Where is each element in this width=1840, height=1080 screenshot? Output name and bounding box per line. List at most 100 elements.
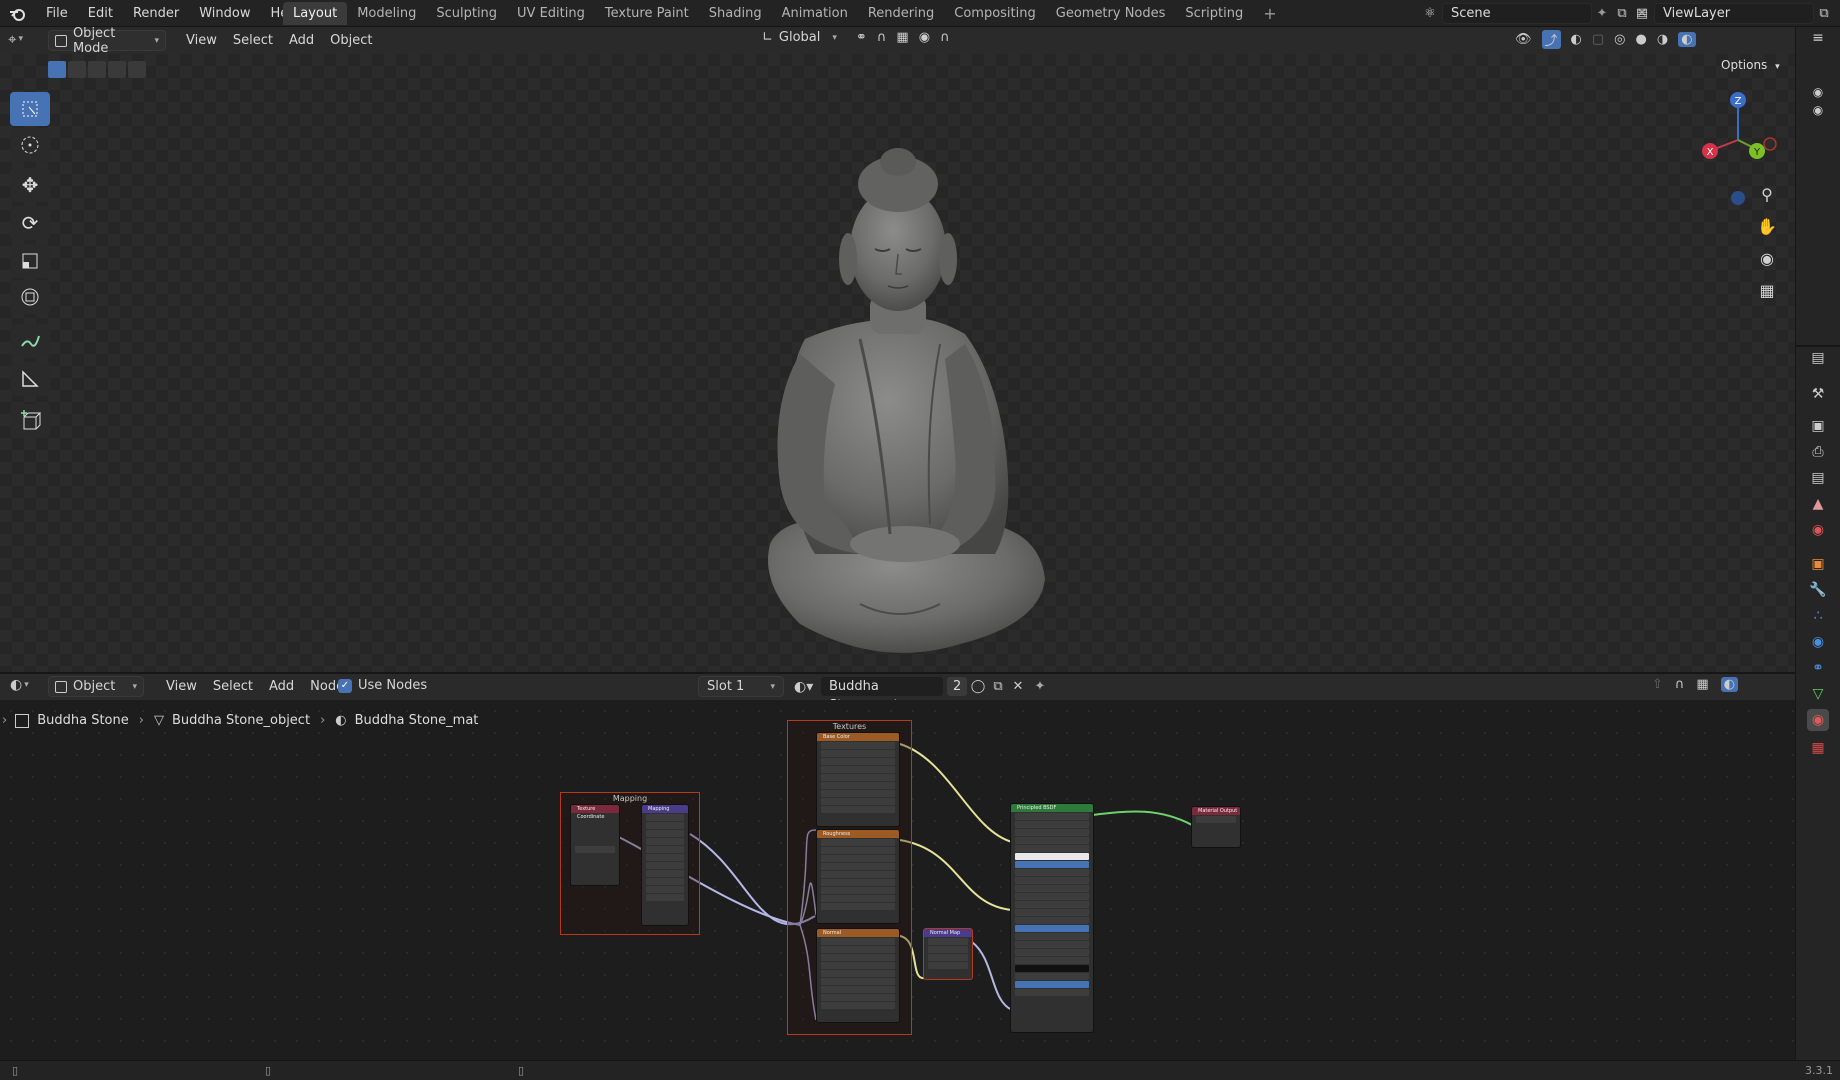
node-field[interactable] bbox=[821, 895, 895, 902]
zoom-button[interactable]: ⚲ bbox=[1753, 180, 1781, 208]
slot-dropdown[interactable]: Slot 1 ▾ bbox=[698, 676, 784, 697]
material-shading-icon[interactable]: ◑ bbox=[1657, 32, 1668, 47]
node-field[interactable] bbox=[646, 814, 684, 821]
node-field[interactable] bbox=[1015, 821, 1089, 828]
principled-bsdf-node[interactable]: Principled BSDF bbox=[1010, 803, 1094, 1033]
node-field[interactable] bbox=[1015, 925, 1089, 932]
wireframe-shading-icon[interactable]: ◎ bbox=[1614, 32, 1625, 47]
properties-editor-icon[interactable]: ▤ bbox=[1807, 347, 1829, 369]
object-props-icon[interactable]: ▣ bbox=[1807, 553, 1829, 575]
node-field[interactable] bbox=[821, 954, 895, 961]
node-field[interactable] bbox=[821, 879, 895, 886]
render-icon[interactable]: ▣ bbox=[1807, 415, 1829, 437]
duplicate-material-icon[interactable]: ⧉ bbox=[988, 679, 1008, 694]
mesh-data-icon[interactable]: ▽ bbox=[1807, 683, 1829, 705]
mode-dropdown[interactable]: Object Mode ▾ bbox=[48, 26, 166, 56]
node-field[interactable] bbox=[821, 863, 895, 870]
material-name-field[interactable]: Buddha Stone_mat bbox=[820, 676, 944, 713]
new-viewlayer-icon[interactable]: ⧉ bbox=[1814, 6, 1834, 21]
tab-texture-paint[interactable]: Texture Paint bbox=[595, 2, 699, 25]
outliner-menu-icon[interactable]: ≡ bbox=[1807, 27, 1829, 49]
tool-settings-icon[interactable]: ⚒ bbox=[1807, 383, 1829, 405]
node-field[interactable] bbox=[1015, 861, 1089, 868]
editor-type-selector[interactable]: ⌖ ▾ bbox=[8, 30, 23, 48]
node-field[interactable] bbox=[646, 878, 684, 885]
node-field[interactable] bbox=[1015, 813, 1089, 820]
normal-texture-node[interactable]: Normal bbox=[816, 928, 900, 1023]
transform-tool[interactable] bbox=[10, 280, 50, 314]
snap-grid-icon[interactable]: ▦ bbox=[1696, 677, 1708, 692]
scale-tool[interactable] bbox=[10, 244, 50, 278]
snap-magnet-icon[interactable]: ∩ bbox=[1675, 677, 1685, 692]
node-field[interactable] bbox=[1196, 816, 1236, 823]
texture-props-icon[interactable]: ▦ bbox=[1807, 737, 1829, 759]
node-field[interactable] bbox=[821, 847, 895, 854]
orientation-dropdown[interactable]: ∟ Global ▾ bbox=[762, 30, 837, 45]
camera-view-button[interactable]: ◉ bbox=[1753, 244, 1781, 272]
node-field[interactable] bbox=[821, 758, 895, 765]
node-field[interactable] bbox=[1015, 949, 1089, 956]
gizmo-neg-z[interactable] bbox=[1731, 191, 1745, 205]
menu-select[interactable]: Select bbox=[225, 30, 281, 51]
node-field[interactable] bbox=[821, 750, 895, 757]
node-field[interactable] bbox=[821, 938, 895, 945]
node-field[interactable] bbox=[1015, 885, 1089, 892]
node-field[interactable] bbox=[821, 871, 895, 878]
fake-user-shield-icon[interactable]: ◯ bbox=[968, 679, 988, 694]
move-tool[interactable]: ✥ bbox=[10, 168, 50, 202]
tab-sculpting[interactable]: Sculpting bbox=[426, 2, 507, 25]
node-field[interactable] bbox=[1015, 941, 1089, 948]
visibility-icon[interactable]: 👁 bbox=[1515, 32, 1532, 47]
pivot-icon[interactable]: ⚭ bbox=[856, 30, 867, 45]
buddha-stone-model[interactable] bbox=[740, 124, 1060, 674]
cursor-tool[interactable] bbox=[10, 128, 50, 162]
pin-icon[interactable]: ✦ bbox=[1028, 679, 1052, 694]
tab-rendering[interactable]: Rendering bbox=[858, 2, 944, 25]
node-field[interactable] bbox=[646, 894, 684, 901]
normal-map-node[interactable]: Normal Map bbox=[923, 928, 973, 980]
mapping-node[interactable]: Mapping bbox=[641, 804, 689, 926]
roughness-texture-node[interactable]: Roughness bbox=[816, 829, 900, 924]
material-browse-icon[interactable]: ◐▾ bbox=[794, 679, 820, 695]
delete-viewlayer-icon[interactable]: ✕ bbox=[1834, 6, 1840, 21]
gizmo-toggle-icon[interactable]: ⤴ bbox=[1541, 30, 1561, 49]
solid-shading-icon[interactable]: ● bbox=[1636, 32, 1647, 47]
node-field[interactable] bbox=[1015, 917, 1089, 924]
menu-view[interactable]: View bbox=[178, 30, 225, 51]
menu-file[interactable]: File bbox=[36, 0, 78, 27]
blender-logo-icon[interactable] bbox=[8, 4, 28, 24]
material-props-icon[interactable]: ◉ bbox=[1807, 709, 1829, 731]
rotate-tool[interactable]: ⟳ bbox=[10, 206, 50, 240]
overlay-icon[interactable]: ◐ bbox=[1571, 32, 1582, 47]
node-field[interactable] bbox=[821, 994, 895, 1001]
node-field[interactable] bbox=[821, 962, 895, 969]
ortho-toggle-button[interactable]: ▦ bbox=[1753, 276, 1781, 304]
node-field[interactable] bbox=[646, 862, 684, 869]
node-field[interactable] bbox=[1015, 837, 1089, 844]
select-intersect-icon[interactable] bbox=[128, 61, 146, 78]
node-field[interactable] bbox=[821, 782, 895, 789]
node-field[interactable] bbox=[821, 1002, 895, 1009]
node-field[interactable] bbox=[646, 846, 684, 853]
node-field[interactable] bbox=[821, 839, 895, 846]
subsurface-color-field[interactable] bbox=[1015, 853, 1089, 860]
node-field[interactable] bbox=[1015, 877, 1089, 884]
new-scene-icon[interactable]: ⧉ bbox=[1612, 6, 1632, 21]
material-users-count[interactable]: 2 bbox=[946, 676, 968, 697]
node-field[interactable] bbox=[1015, 901, 1089, 908]
gizmo-neg-x[interactable] bbox=[1763, 137, 1777, 151]
node-field[interactable] bbox=[928, 946, 968, 953]
pan-button[interactable]: ✋ bbox=[1753, 212, 1781, 240]
menu-object[interactable]: Object bbox=[322, 30, 380, 51]
parent-node-tree-icon[interactable]: ⇧ bbox=[1652, 677, 1663, 692]
constraints-icon[interactable]: ⚭ bbox=[1807, 657, 1829, 679]
alpha-field[interactable] bbox=[1015, 981, 1089, 988]
select-invert-icon[interactable] bbox=[108, 61, 126, 78]
node-field[interactable] bbox=[1015, 869, 1089, 876]
eye-icon-2[interactable]: ◉ bbox=[1807, 99, 1829, 121]
tab-layout[interactable]: Layout bbox=[283, 2, 348, 25]
node-field[interactable] bbox=[1015, 957, 1089, 964]
menu-window[interactable]: Window bbox=[189, 0, 260, 27]
select-box-tool[interactable] bbox=[10, 92, 50, 126]
texture-coordinate-node[interactable]: Texture Coordinate bbox=[570, 804, 620, 886]
